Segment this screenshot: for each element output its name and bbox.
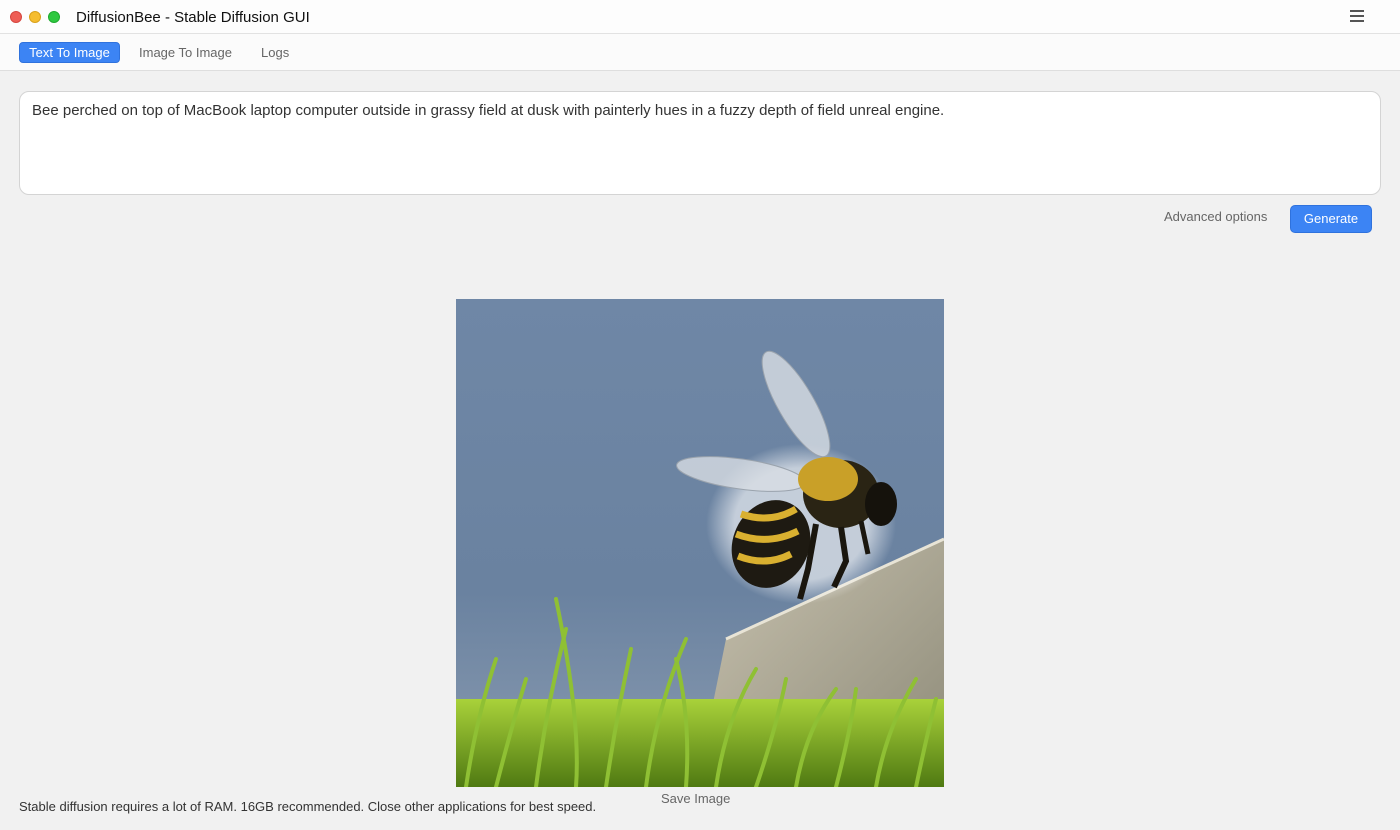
- tab-image-to-image[interactable]: Image To Image: [129, 42, 242, 63]
- save-image-link[interactable]: Save Image: [661, 791, 730, 806]
- generate-button[interactable]: Generate: [1290, 205, 1372, 233]
- prompt-input[interactable]: Bee perched on top of MacBook laptop com…: [19, 91, 1381, 195]
- generated-image: [456, 299, 944, 787]
- maximize-window-button[interactable]: [48, 11, 60, 23]
- generated-bee-image: [456, 299, 944, 787]
- tab-text-to-image[interactable]: Text To Image: [19, 42, 120, 63]
- tab-bar: Text To Image Image To Image Logs: [0, 34, 1400, 71]
- tab-logs[interactable]: Logs: [251, 42, 299, 63]
- hamburger-menu-icon[interactable]: [1350, 10, 1364, 24]
- minimize-window-button[interactable]: [29, 11, 41, 23]
- title-bar: DiffusionBee - Stable Diffusion GUI: [0, 0, 1400, 34]
- window-title: DiffusionBee - Stable Diffusion GUI: [76, 9, 310, 26]
- ram-warning-text: Stable diffusion requires a lot of RAM. …: [19, 799, 597, 814]
- close-window-button[interactable]: [10, 11, 22, 23]
- advanced-options-link[interactable]: Advanced options: [1164, 209, 1267, 224]
